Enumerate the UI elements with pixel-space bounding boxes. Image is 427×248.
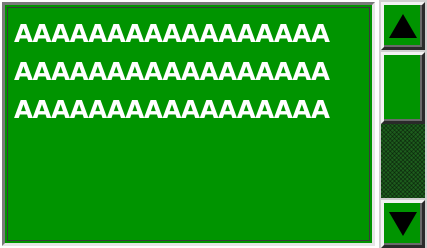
- window: AAAAAAAAAAAAAAAAA AAAAAAAAAAAAAAAAA AAAA…: [0, 0, 427, 248]
- text-line: AAAAAAAAAAAAAAAAA: [14, 57, 330, 86]
- text-area[interactable]: AAAAAAAAAAAAAAAAA AAAAAAAAAAAAAAAAA AAAA…: [2, 2, 375, 246]
- arrow-down-icon: [389, 212, 417, 236]
- text-line: AAAAAAAAAAAAAAAAA: [14, 95, 330, 124]
- scrollbar-thumb[interactable]: [381, 52, 425, 124]
- text-line: AAAAAAAAAAAAAAAAA: [14, 19, 330, 48]
- text-lines: AAAAAAAAAAAAAAAAA AAAAAAAAAAAAAAAAA AAAA…: [14, 15, 330, 129]
- vertical-scrollbar[interactable]: [379, 0, 427, 248]
- scroll-down-button[interactable]: [381, 200, 425, 248]
- arrow-up-icon: [389, 14, 417, 38]
- scroll-up-button[interactable]: [381, 2, 425, 50]
